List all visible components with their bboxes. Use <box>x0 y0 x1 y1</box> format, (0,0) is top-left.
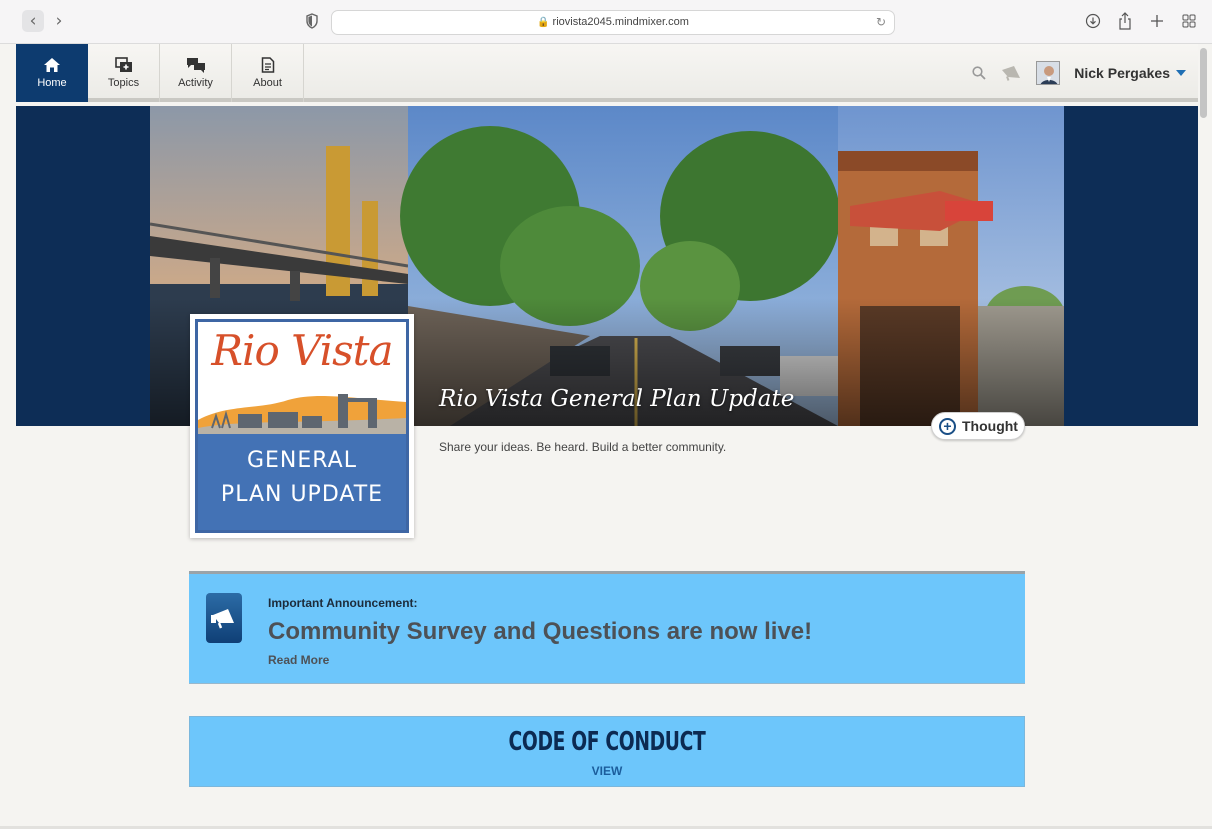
nav-home-label: Home <box>37 77 67 89</box>
logo-inner: Rio Vista GENERAL PLAN UPDATE <box>195 319 409 533</box>
megaphone-icon[interactable] <box>1000 65 1022 81</box>
logo-line2: PLAN UPDATE <box>220 482 384 507</box>
nav-home[interactable]: Home <box>16 44 88 102</box>
nav-about[interactable]: About <box>232 44 304 102</box>
add-thought-button[interactable]: + Thought <box>931 412 1025 440</box>
privacy-shield-icon[interactable] <box>306 13 318 29</box>
search-icon[interactable] <box>972 66 986 80</box>
project-logo: Rio Vista GENERAL PLAN UPDATE <box>190 314 414 538</box>
topics-icon <box>114 57 132 72</box>
plus-circle-icon: + <box>939 417 956 435</box>
tab-overview-icon[interactable] <box>1180 11 1198 31</box>
logo-line1: GENERAL <box>246 448 357 473</box>
download-icon[interactable] <box>1084 11 1102 31</box>
nav-topics-label: Topics <box>107 77 140 89</box>
forward-button[interactable]: › <box>48 10 70 32</box>
announcement-panel: Important Announcement: Community Survey… <box>189 571 1025 684</box>
new-tab-icon[interactable] <box>1148 11 1166 31</box>
avatar[interactable] <box>1036 61 1061 85</box>
url-text: 🔒 riovista2045.mindmixer.com <box>332 16 894 28</box>
code-of-conduct-panel: CODE OF CONDUCT VIEW <box>189 716 1025 787</box>
tagline: Share your ideas. Be heard. Build a bett… <box>439 440 727 454</box>
nav-topics[interactable]: Topics <box>88 44 160 102</box>
activity-icon <box>186 58 205 73</box>
logo-band: GENERAL PLAN UPDATE <box>198 434 406 530</box>
hero-title: Rio Vista General Plan Update <box>439 386 795 412</box>
logo-script-text: Rio Vista <box>211 326 393 375</box>
lock-icon: 🔒 <box>537 17 550 28</box>
reload-icon[interactable]: ↻ <box>876 15 886 29</box>
toolbar-right: Nick Pergakes <box>972 44 1186 102</box>
nav-activity[interactable]: Activity <box>160 44 232 102</box>
nav-about-label: About <box>253 77 282 89</box>
add-thought-label: Thought <box>962 418 1018 434</box>
share-icon[interactable] <box>1116 11 1134 31</box>
browser-actions <box>1084 11 1198 31</box>
nav-arrows: ‹ › <box>22 10 70 32</box>
address-bar[interactable]: 🔒 riovista2045.mindmixer.com ↻ <box>331 10 895 35</box>
read-more-link[interactable]: Read More <box>268 653 329 667</box>
view-link[interactable]: VIEW <box>190 764 1024 778</box>
logo-skyline-illustration <box>198 394 406 436</box>
url-value: riovista2045.mindmixer.com <box>552 16 689 28</box>
home-icon <box>44 58 60 72</box>
nav-activity-label: Activity <box>178 77 213 89</box>
browser-toolbar: ‹ › 🔒 riovista2045.mindmixer.com ↻ <box>0 0 1212 44</box>
about-icon <box>261 57 274 73</box>
user-name[interactable]: Nick Pergakes <box>1074 65 1170 81</box>
scrollbar-thumb[interactable] <box>1200 48 1207 118</box>
announcement-headline[interactable]: Community Survey and Questions are now l… <box>268 618 812 646</box>
back-button[interactable]: ‹ <box>22 10 44 32</box>
chevron-down-icon[interactable] <box>1176 70 1186 76</box>
announcement-kicker: Important Announcement: <box>268 596 418 610</box>
site-toolbar: Home Topics Activity About Nick Pergakes <box>16 44 1198 102</box>
megaphone-icon <box>206 593 242 643</box>
code-of-conduct-title: CODE OF CONDUCT <box>508 727 706 757</box>
